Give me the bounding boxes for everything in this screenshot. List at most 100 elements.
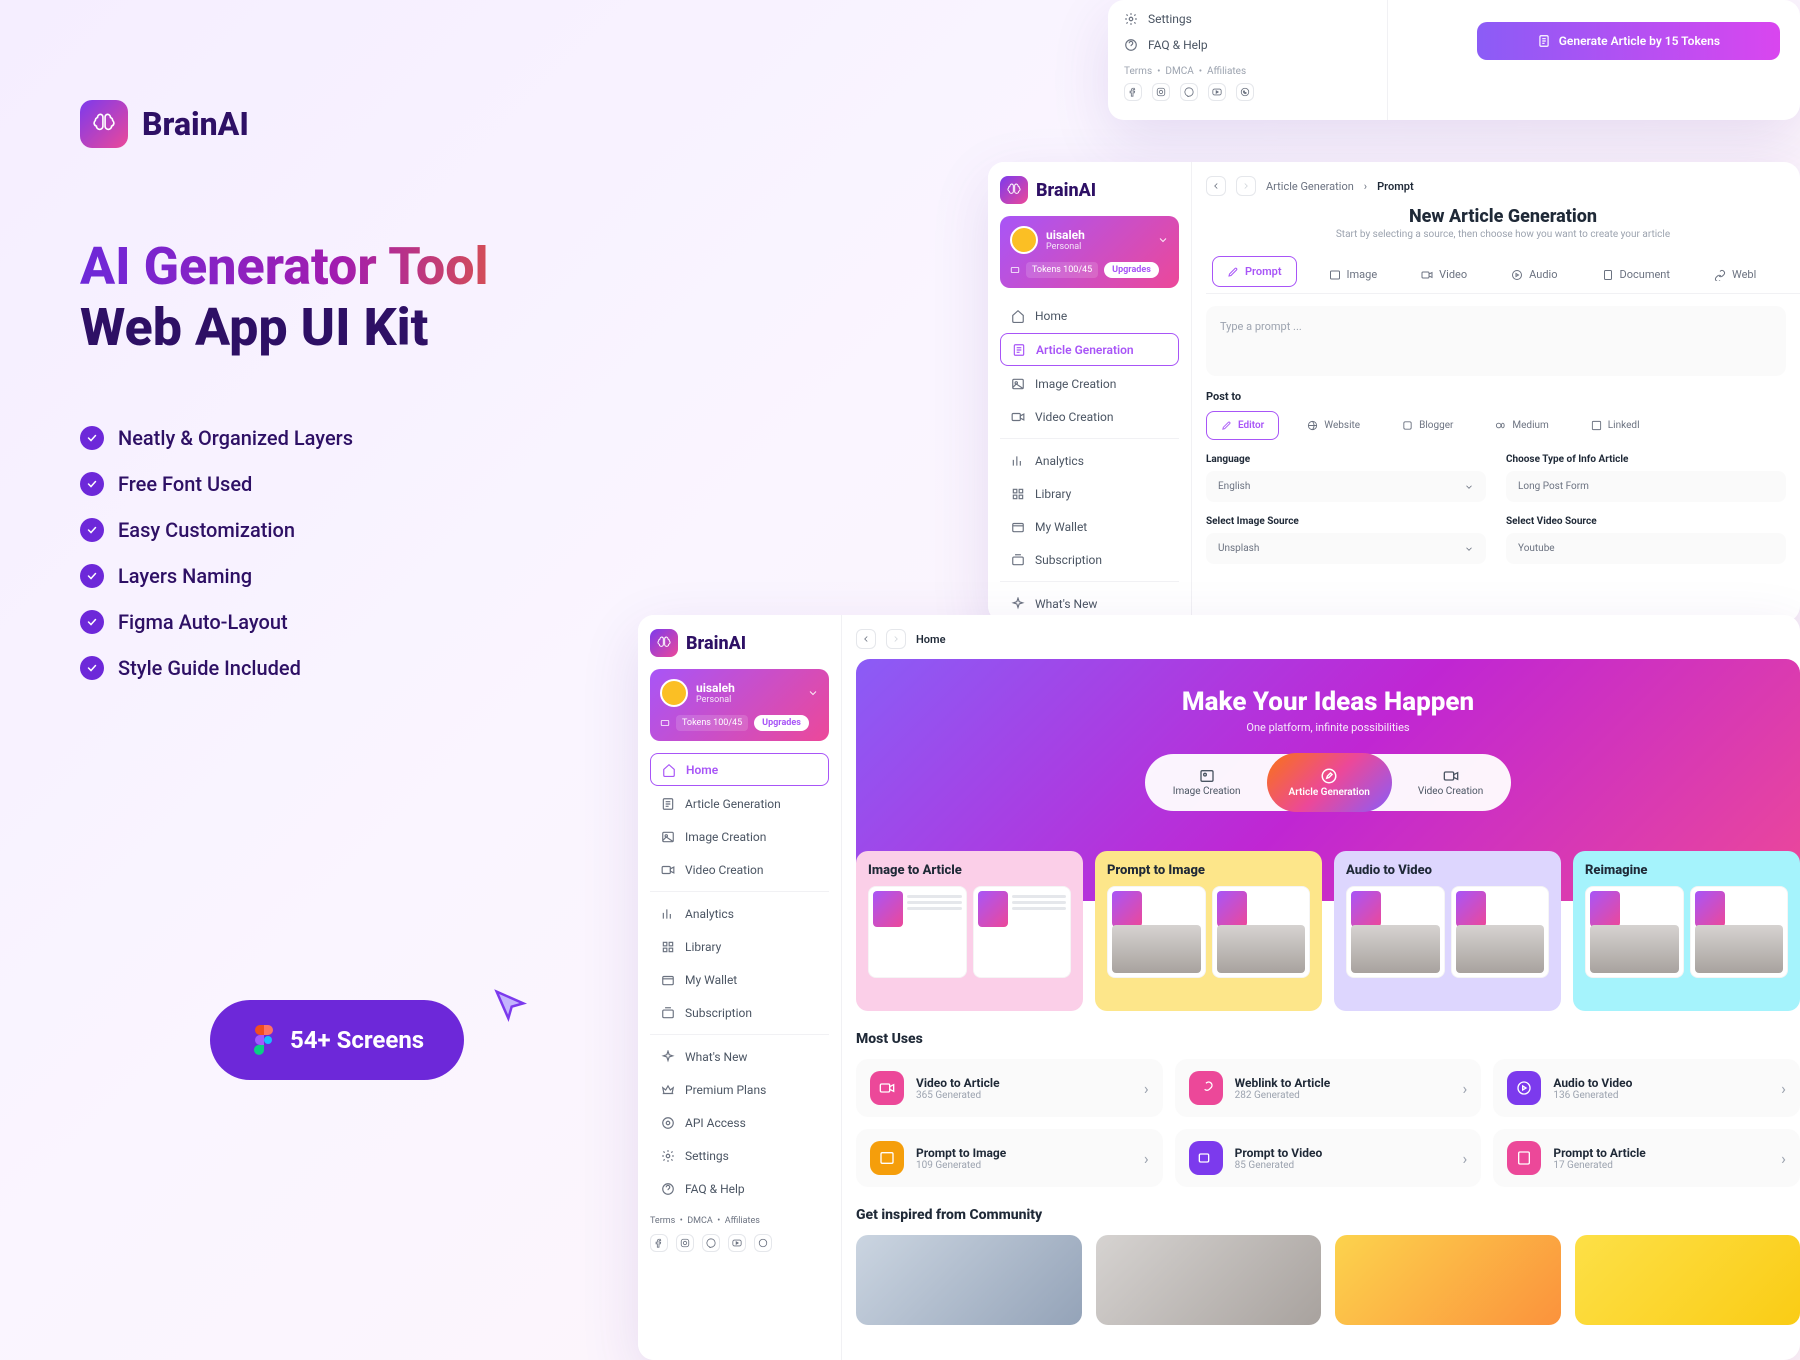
language-select[interactable]: English	[1206, 471, 1486, 502]
sidebar-item-subscription[interactable]: Subscription	[650, 997, 829, 1028]
check-icon	[80, 610, 104, 634]
sidebar-item-faq[interactable]: FAQ & Help	[650, 1173, 829, 1204]
imgsrc-select[interactable]: Unsplash	[1206, 533, 1486, 564]
generate-article-button[interactable]: Generate Article by 15 Tokens	[1477, 22, 1780, 60]
sidebar-item-analytics[interactable]: Analytics	[1000, 445, 1179, 476]
sidebar-item-premium[interactable]: Premium Plans	[650, 1074, 829, 1105]
sidebar-item-image[interactable]: Image Creation	[650, 821, 829, 852]
tool-card-audio-to-video[interactable]: Audio to Video	[1334, 851, 1561, 1011]
sidebar-item-article[interactable]: Article Generation	[1000, 333, 1179, 366]
sidebar-item-library[interactable]: Library	[650, 931, 829, 962]
hero-tab-article[interactable]: Article Generation	[1267, 753, 1392, 812]
nav-label: Settings	[1148, 12, 1192, 26]
sidebar-item-library[interactable]: Library	[1000, 478, 1179, 509]
tool-card-prompt-to-image[interactable]: Prompt to Image	[1095, 851, 1322, 1011]
youtube-icon[interactable]	[728, 1234, 746, 1252]
link-dmca[interactable]: DMCA	[1165, 66, 1193, 77]
card-title: Audio to Video	[1346, 863, 1549, 878]
prompt-input[interactable]: Type a prompt ...	[1206, 306, 1786, 376]
sparkle-icon	[660, 1049, 675, 1064]
link-affiliates[interactable]: Affiliates	[725, 1216, 760, 1226]
forward-button[interactable]	[886, 629, 906, 649]
sidebar-item-wallet[interactable]: My Wallet	[1000, 511, 1179, 542]
wallet-icon	[660, 972, 675, 987]
sidebar-item-home[interactable]: Home	[650, 753, 829, 786]
tool-card-image-to-article[interactable]: Image to Article	[856, 851, 1083, 1011]
use-card[interactable]: Weblink to Article282 Generated›	[1175, 1059, 1482, 1117]
sidebar-item-image[interactable]: Image Creation	[1000, 368, 1179, 399]
instagram-icon[interactable]	[1152, 83, 1170, 101]
instagram-icon[interactable]	[676, 1234, 694, 1252]
back-button[interactable]	[1206, 176, 1226, 196]
community-card[interactable]	[1575, 1235, 1800, 1325]
sidebar-item-video[interactable]: Video Creation	[1000, 401, 1179, 432]
use-card[interactable]: Prompt to Video85 Generated›	[1175, 1129, 1482, 1187]
use-card[interactable]: Prompt to Article17 Generated›	[1493, 1129, 1800, 1187]
tab-label: Article Generation	[1289, 787, 1370, 798]
tab-weblink[interactable]: Webl	[1702, 256, 1768, 293]
crumb-parent[interactable]: Article Generation	[1266, 180, 1354, 193]
api-icon	[660, 1115, 675, 1130]
tab-prompt[interactable]: Prompt	[1212, 256, 1297, 287]
type-select[interactable]: Long Post Form	[1506, 471, 1786, 502]
sidebar-item-settings[interactable]: Settings	[650, 1140, 829, 1171]
tool-card-reimagine[interactable]: Reimagine	[1573, 851, 1800, 1011]
hero-tab-image[interactable]: Image Creation	[1151, 760, 1263, 805]
link-terms[interactable]: Terms	[1124, 66, 1152, 77]
link-icon	[1714, 269, 1726, 281]
vidsrc-select[interactable]: Youtube	[1506, 533, 1786, 564]
community-card[interactable]	[856, 1235, 1082, 1325]
sidebar-item-analytics[interactable]: Analytics	[650, 898, 829, 929]
use-title: Video to Article	[916, 1076, 1132, 1090]
user-card[interactable]: uisalehPersonal Tokens 100/45 Upgrades	[650, 669, 829, 741]
post-opt-blogger[interactable]: Blogger	[1388, 411, 1467, 440]
link-dmca[interactable]: DMCA	[687, 1216, 713, 1226]
youtube-icon[interactable]	[1208, 83, 1226, 101]
link-affiliates[interactable]: Affiliates	[1207, 66, 1246, 77]
feature-item: Free Font Used	[118, 472, 252, 496]
avatar	[1010, 226, 1038, 254]
hero-tab-video[interactable]: Video Creation	[1396, 760, 1505, 805]
feature-item: Figma Auto-Layout	[118, 610, 288, 634]
sidebar-item-subscription[interactable]: Subscription	[1000, 544, 1179, 575]
breadcrumb: Article Generation › Prompt	[1206, 176, 1800, 196]
sidebar-item-home[interactable]: Home	[1000, 300, 1179, 331]
messenger-icon[interactable]	[1180, 83, 1198, 101]
opt-label: Editor	[1238, 420, 1264, 431]
community-card[interactable]	[1335, 1235, 1561, 1325]
forward-button[interactable]	[1236, 176, 1256, 196]
globe-icon	[1307, 420, 1318, 431]
sidebar-item-api[interactable]: API Access	[650, 1107, 829, 1138]
post-opt-website[interactable]: Website	[1293, 411, 1374, 440]
tab-document[interactable]: Document	[1590, 256, 1682, 293]
use-card[interactable]: Video to Article365 Generated›	[856, 1059, 1163, 1117]
upgrade-button[interactable]: Upgrades	[754, 715, 809, 731]
post-opt-linkedin[interactable]: LinkedI	[1577, 411, 1654, 440]
use-card[interactable]: Prompt to Image109 Generated›	[856, 1129, 1163, 1187]
sidebar-item-settings[interactable]: Settings	[1124, 6, 1371, 32]
facebook-icon[interactable]	[1124, 83, 1142, 101]
sidebar-item-video[interactable]: Video Creation	[650, 854, 829, 885]
community-card[interactable]	[1096, 1235, 1322, 1325]
user-card[interactable]: uisalehPersonal Tokens 100/45 Upgrades	[1000, 216, 1179, 288]
sidebar-item-whatsnew[interactable]: What's New	[650, 1041, 829, 1072]
whatsapp-icon[interactable]	[1236, 83, 1254, 101]
tokens-count: Tokens 100/45	[1026, 262, 1098, 278]
use-card[interactable]: Audio to Video136 Generated›	[1493, 1059, 1800, 1117]
sidebar-item-wallet[interactable]: My Wallet	[650, 964, 829, 995]
post-opt-editor[interactable]: Editor	[1206, 411, 1279, 440]
use-title: Audio to Video	[1553, 1076, 1769, 1090]
sidebar-item-faq[interactable]: FAQ & Help	[1124, 32, 1371, 58]
sidebar-item-article[interactable]: Article Generation	[650, 788, 829, 819]
link-terms[interactable]: Terms	[650, 1216, 675, 1226]
post-opt-medium[interactable]: Medium	[1481, 411, 1562, 440]
page-title: New Article Generation	[1206, 206, 1800, 227]
facebook-icon[interactable]	[650, 1234, 668, 1252]
back-button[interactable]	[856, 629, 876, 649]
upgrade-button[interactable]: Upgrades	[1104, 262, 1159, 278]
whatsapp-icon[interactable]	[754, 1234, 772, 1252]
tab-audio[interactable]: Audio	[1499, 256, 1569, 293]
tab-image[interactable]: Image	[1317, 256, 1390, 293]
tab-video[interactable]: Video	[1409, 256, 1479, 293]
messenger-icon[interactable]	[702, 1234, 720, 1252]
